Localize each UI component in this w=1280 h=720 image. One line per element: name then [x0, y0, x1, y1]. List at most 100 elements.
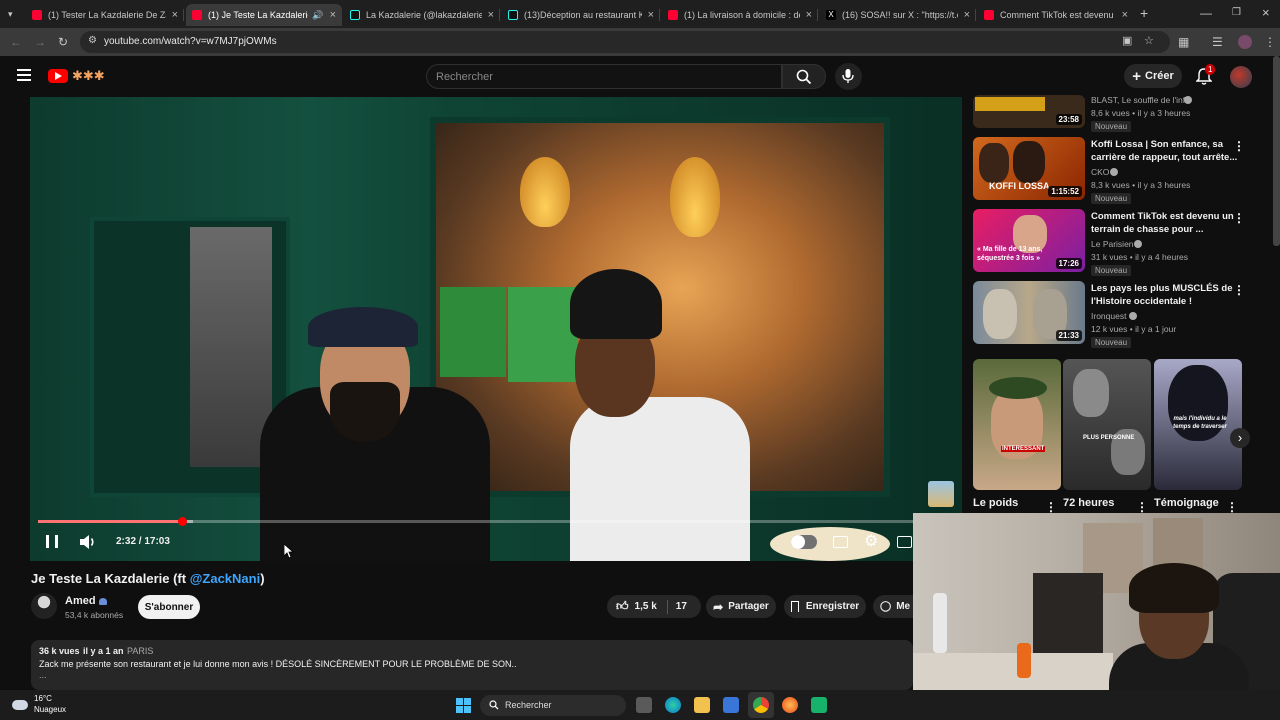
short-title[interactable]: Témoignage	[1154, 497, 1219, 509]
channel-avatar[interactable]	[31, 593, 57, 619]
notifications-button[interactable]: 1	[1194, 64, 1216, 86]
firefox-icon[interactable]	[782, 697, 798, 713]
description-box[interactable]: 36 k vues il y a 1 an PARIS Zack me prés…	[31, 640, 913, 690]
tab-6[interactable]: Comment TikTok est devenu ur ×	[978, 4, 1134, 26]
close-icon[interactable]: ×	[642, 9, 654, 21]
sidebar-item-thumbnail[interactable]: 23:58	[973, 95, 1085, 128]
windows-start-icon[interactable]	[456, 698, 471, 713]
weather-desc[interactable]: Nuageux	[34, 705, 66, 714]
like-button[interactable]: 👍︎ 1,5 k	[607, 599, 657, 614]
task-view-icon[interactable]	[636, 697, 652, 713]
sidebar-channel[interactable]: CKO	[1091, 166, 1109, 178]
settings-gear-icon[interactable]: ⚙	[864, 531, 878, 551]
dislike-count[interactable]: 17	[676, 601, 687, 612]
url-text[interactable]: youtube.com/watch?v=w7MJ7pjOWMs	[104, 36, 277, 47]
terminal-app-icon[interactable]	[811, 697, 827, 713]
extensions-icon[interactable]: ▦	[1178, 35, 1189, 49]
tab-3[interactable]: (13)Déception au restaurant Ka ×	[502, 4, 660, 26]
new-tab-icon[interactable]: +	[1140, 6, 1148, 20]
sidebar-channel[interactable]: Ironquest	[1091, 310, 1126, 322]
short-thumbnail[interactable]: INTERESSANT	[973, 359, 1061, 490]
close-icon[interactable]: ×	[482, 9, 494, 21]
sidebar-title[interactable]: Les pays les plus MUSCLÉS de	[1091, 282, 1233, 295]
tab-search-icon[interactable]: ▾	[8, 7, 13, 21]
close-icon[interactable]: ×	[324, 9, 336, 21]
forward-icon[interactable]: →	[34, 35, 46, 49]
maximize-icon[interactable]: ❐	[1232, 6, 1241, 20]
tab-1[interactable]: (1) Je Teste La Kazdalerie (ft 🔊 ×	[186, 4, 342, 26]
more-options-icon[interactable]: ⋮	[1233, 211, 1245, 225]
close-icon[interactable]: ×	[1116, 9, 1128, 21]
sidebar-item-thumbnail[interactable]: KOFFI LOSSA 1:15:52	[973, 137, 1085, 200]
channel-watermark-icon[interactable]	[928, 481, 954, 507]
tab-0[interactable]: (1) Tester La Kazdalerie De Zack ×	[26, 4, 184, 26]
short-thumbnail[interactable]: mais l'individu a le temps de traverser	[1154, 359, 1242, 490]
store-icon[interactable]	[723, 697, 739, 713]
more-options-icon[interactable]: ⋮	[1233, 283, 1245, 297]
shorts-next-button[interactable]: ›	[1230, 428, 1250, 448]
close-icon[interactable]: ×	[958, 9, 970, 21]
autoplay-toggle[interactable]	[791, 535, 817, 549]
more-options-icon[interactable]: ⋮	[1233, 139, 1245, 153]
audio-playing-icon[interactable]: 🔊	[312, 10, 323, 21]
more-actions-button[interactable]: ◯ Me	[873, 595, 913, 618]
tab-4[interactable]: (1) La livraison à domicile : de l ×	[662, 4, 818, 26]
file-explorer-icon[interactable]	[694, 697, 710, 713]
sidebar-item-thumbnail[interactable]: « Ma fille de 13 ans, séquestrée 3 fois …	[973, 209, 1085, 272]
progress-knob[interactable]	[178, 517, 187, 526]
user-avatar[interactable]	[1230, 66, 1252, 88]
bookmark-star-icon[interactable]: ☆	[1144, 34, 1154, 47]
taskbar-search[interactable]: Rechercher	[480, 695, 626, 716]
sidebar-item-thumbnail[interactable]: 21:33	[973, 281, 1085, 344]
site-info-icon[interactable]: ⚙	[88, 35, 97, 46]
hamburger-menu-icon[interactable]	[17, 69, 31, 81]
close-icon[interactable]: ×	[800, 9, 812, 21]
channel-name[interactable]: Amed	[65, 595, 96, 607]
sidebar-channel[interactable]: Le Parisien	[1091, 238, 1134, 250]
short-title[interactable]: Le poids	[973, 497, 1018, 509]
media-control-icon[interactable]: ☰	[1212, 35, 1223, 49]
description-more[interactable]: ...	[39, 670, 47, 680]
doodle-logo-icon[interactable]: ✱✱✱	[72, 68, 105, 84]
share-button[interactable]: ➦ Partager	[706, 595, 776, 618]
subtitles-icon[interactable]	[833, 536, 848, 548]
weather-cloud-icon[interactable]	[12, 700, 28, 710]
search-button[interactable]	[782, 64, 826, 89]
more-options-icon[interactable]: ⋮	[1136, 500, 1148, 514]
subscribe-button[interactable]: S'abonner	[138, 595, 200, 619]
weather-temp[interactable]: 16°C	[34, 694, 52, 703]
sidebar-title[interactable]: l'Histoire occidentale !	[1091, 295, 1192, 308]
chrome-menu-icon[interactable]: ⋮	[1264, 35, 1276, 49]
mention-link[interactable]: @ZackNani	[190, 571, 260, 586]
sidebar-title[interactable]: carrière de rappeur, tout arrête...	[1091, 151, 1237, 164]
video-player[interactable]	[30, 97, 962, 561]
youtube-logo-icon[interactable]	[48, 69, 68, 83]
edge-icon[interactable]	[665, 697, 681, 713]
progress-bar[interactable]	[38, 517, 913, 526]
short-thumbnail[interactable]: PLUS PERSONNE	[1063, 359, 1151, 490]
sidebar-title[interactable]: terrain de chasse pour ...	[1091, 223, 1203, 236]
save-button[interactable]: Enregistrer	[784, 595, 866, 618]
location-tag[interactable]: PARIS	[127, 646, 153, 656]
more-options-icon[interactable]: ⋮	[1226, 500, 1238, 514]
address-bar[interactable]: ⚙ youtube.com/watch?v=w7MJ7pjOWMs ▣ ☆	[80, 31, 1170, 53]
sidebar-title[interactable]: Comment TikTok est devenu un	[1091, 210, 1234, 223]
search-input[interactable]: Rechercher	[426, 64, 782, 89]
miniplayer-icon[interactable]	[897, 536, 912, 548]
page-scrollbar[interactable]	[1273, 56, 1280, 246]
create-button[interactable]: + Créer	[1124, 64, 1182, 88]
minimize-icon[interactable]: —	[1200, 6, 1212, 20]
voice-search-button[interactable]	[835, 63, 862, 90]
install-app-icon[interactable]: ▣	[1122, 34, 1132, 47]
profile-avatar-icon[interactable]	[1238, 35, 1252, 49]
sidebar-channel[interactable]: BLAST, Le souffle de l'info	[1091, 94, 1190, 106]
volume-button[interactable]	[79, 534, 97, 555]
more-options-icon[interactable]: ⋮	[1045, 500, 1057, 514]
pause-button[interactable]	[46, 535, 58, 548]
sidebar-title[interactable]: Koffi Lossa | Son enfance, sa	[1091, 138, 1223, 151]
window-close-icon[interactable]: ×	[1262, 6, 1270, 20]
reload-icon[interactable]: ↻	[58, 35, 68, 49]
tab-2[interactable]: La Kazdalerie (@lakazdalerie) | ×	[344, 4, 500, 26]
short-title[interactable]: 72 heures	[1063, 497, 1114, 509]
tab-5[interactable]: X (16) SOSA!! sur X : "https://t.co ×	[820, 4, 976, 26]
